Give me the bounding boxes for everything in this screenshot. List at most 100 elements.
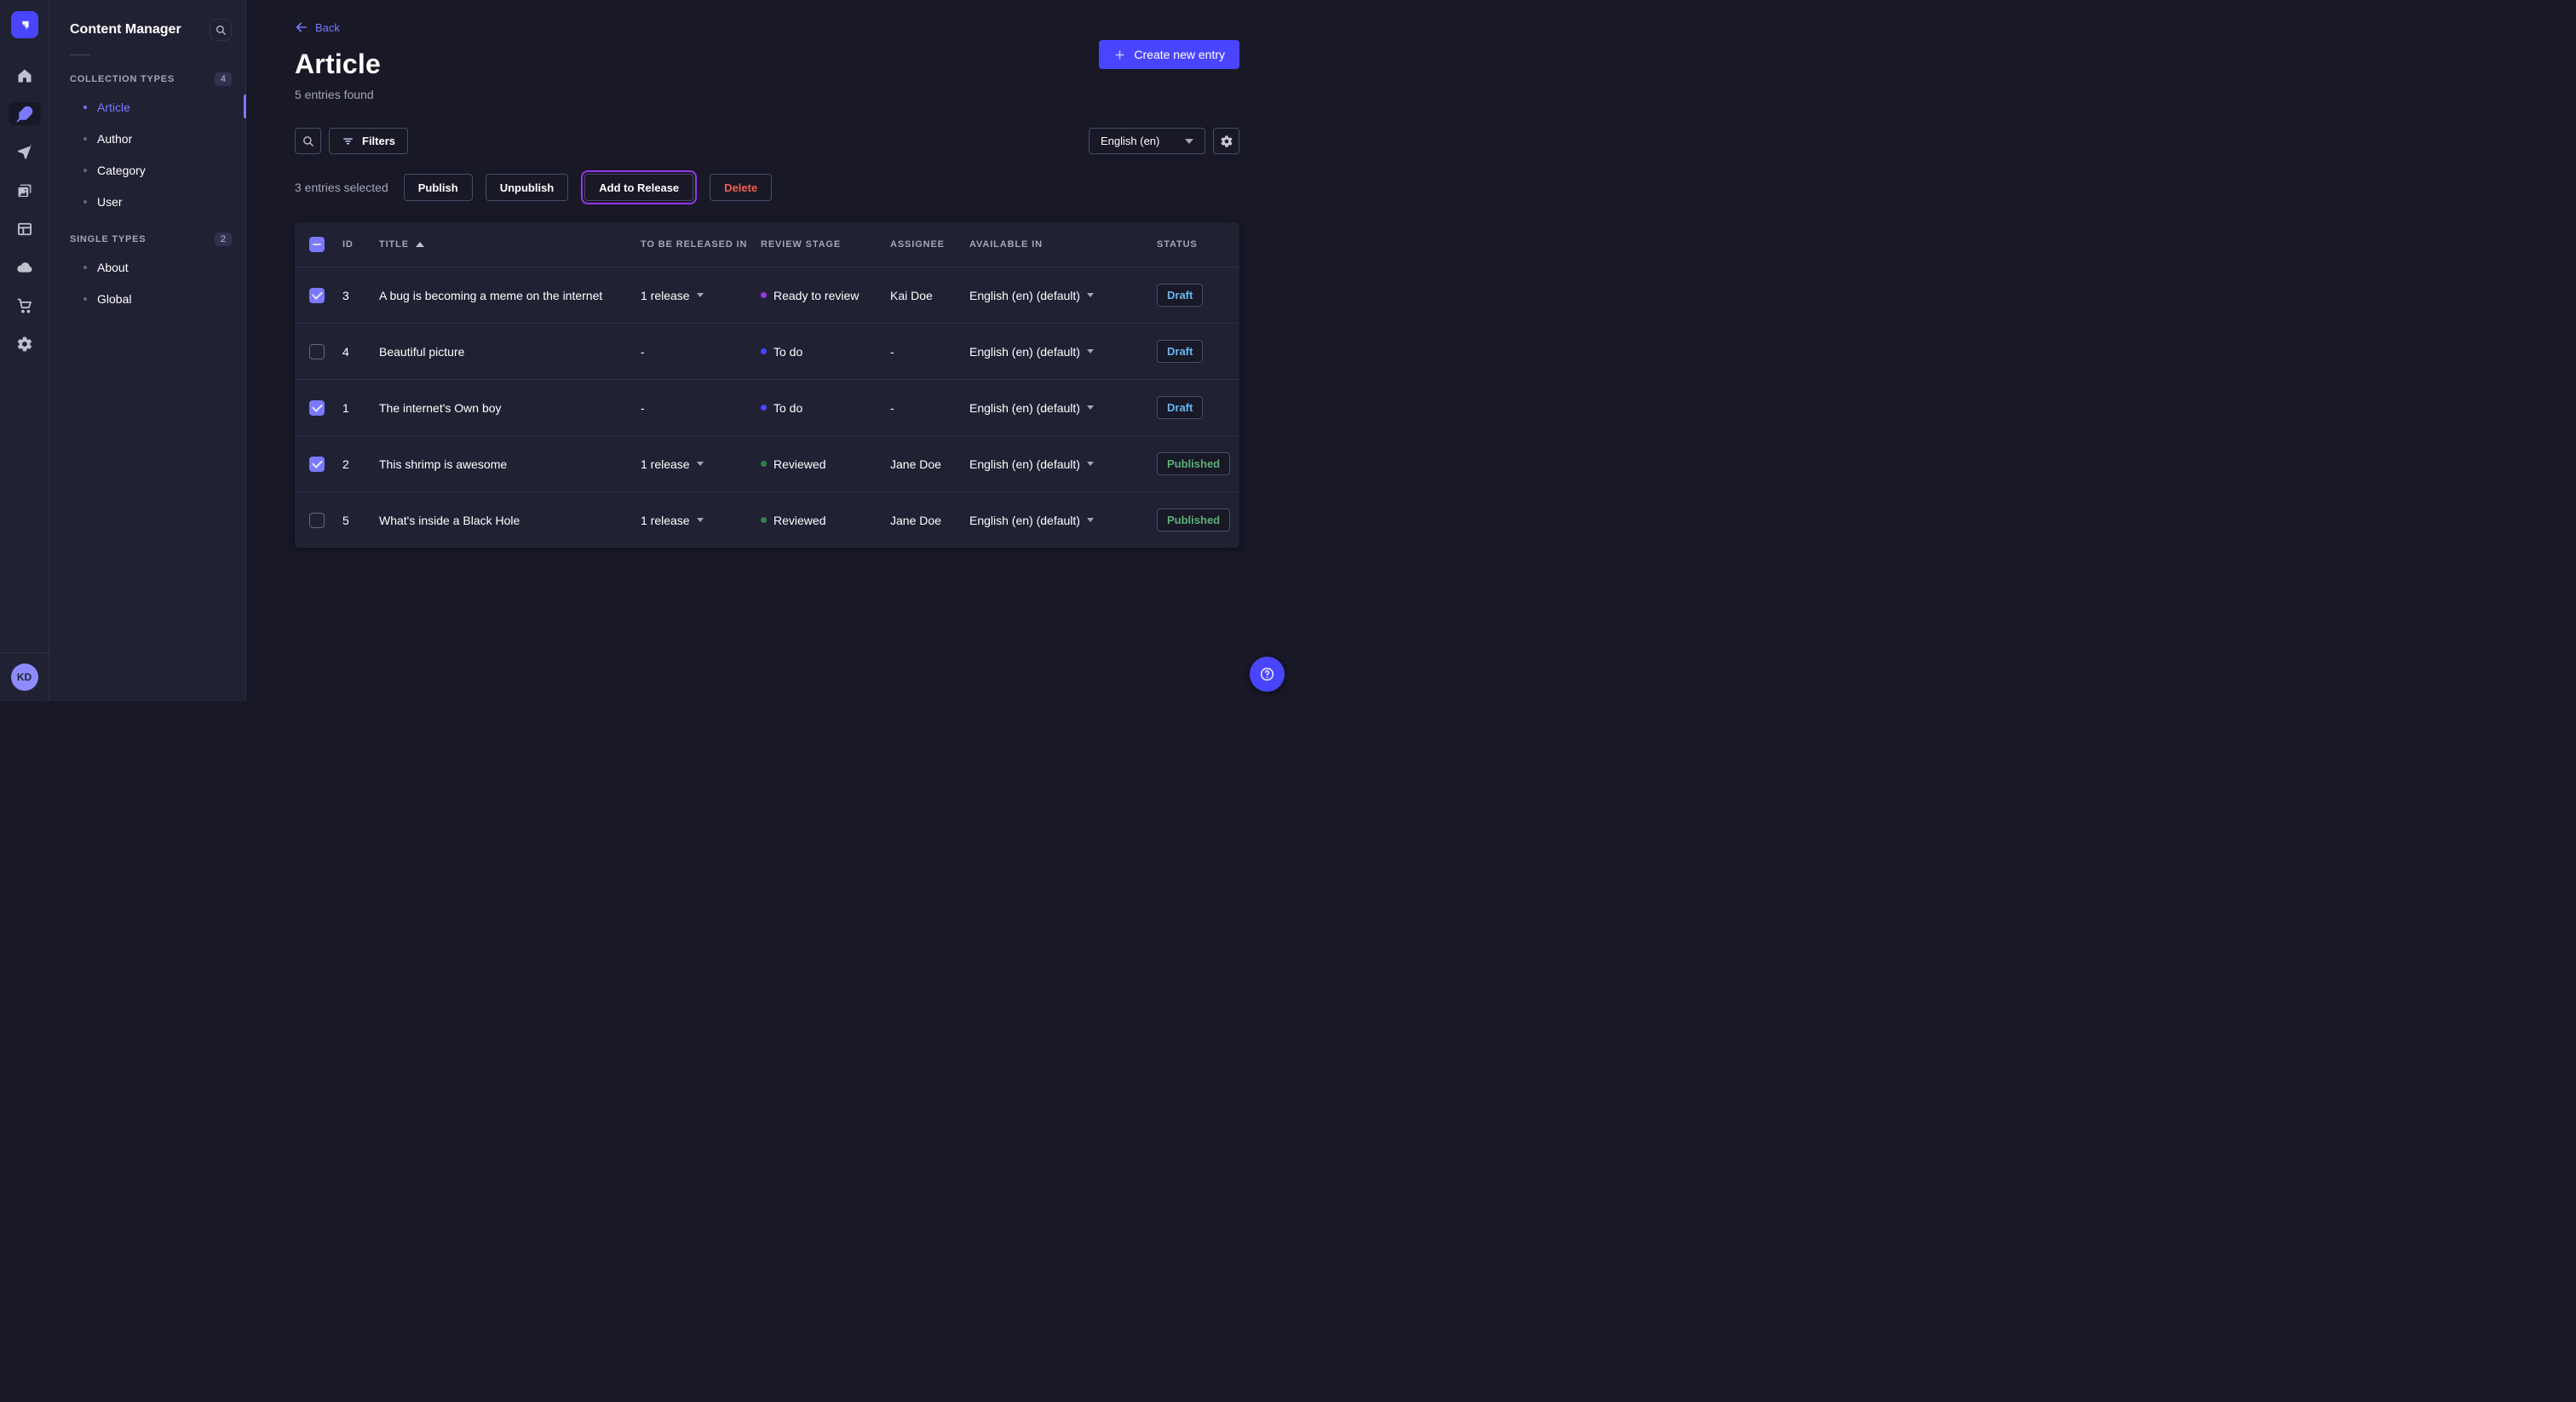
available-locale-dropdown[interactable]: English (en) (default) <box>969 345 1157 359</box>
row-checkbox[interactable] <box>309 400 325 416</box>
table-body: 3 A bug is becoming a meme on the intern… <box>295 267 1239 548</box>
bullet-icon <box>83 266 87 269</box>
gear-icon <box>1220 135 1233 148</box>
home-icon[interactable] <box>9 64 41 87</box>
sidebar-item-about[interactable]: About <box>70 251 232 283</box>
page-title: Article <box>295 49 1239 80</box>
sidebar-item-global[interactable]: Global <box>70 283 232 314</box>
view-settings-gear-button[interactable] <box>1213 128 1239 154</box>
status-badge: Draft <box>1157 340 1203 363</box>
column-header-status: STATUS <box>1157 239 1239 250</box>
cell-title: What's inside a Black Hole <box>379 514 641 527</box>
back-button[interactable]: Back <box>295 20 340 34</box>
row-checkbox[interactable] <box>309 288 325 303</box>
user-avatar[interactable]: KD <box>11 664 38 691</box>
sidebar-item-label: User <box>97 195 123 209</box>
active-indicator <box>244 95 246 118</box>
cloud-deploy-icon[interactable] <box>9 256 41 279</box>
filter-icon <box>342 135 354 147</box>
cell-id: 5 <box>342 514 379 527</box>
cell-review-stage: To do <box>761 345 890 359</box>
sidebar-item-user[interactable]: User <box>70 186 232 217</box>
column-header-id: ID <box>342 239 379 250</box>
status-badge: Draft <box>1157 284 1203 307</box>
table-row[interactable]: 5 What's inside a Black Hole 1 release R… <box>295 491 1239 548</box>
select-all-checkbox[interactable] <box>309 237 325 252</box>
add-to-release-focus-outline: Add to Release <box>581 170 697 204</box>
sidebar-item-category[interactable]: Category <box>70 154 232 186</box>
sidebar-item-author[interactable]: Author <box>70 123 232 154</box>
settings-gear-icon[interactable] <box>9 332 41 355</box>
collection-types-section: COLLECTION TYPES 4 Article Author Catego… <box>49 60 245 221</box>
sidebar-item-label: Article <box>97 101 130 114</box>
content-manager-sidebar: Content Manager COLLECTION TYPES 4 Artic… <box>49 0 246 701</box>
search-icon <box>302 135 314 147</box>
cell-assignee: Kai Doe <box>890 289 969 302</box>
available-locale-dropdown[interactable]: English (en) (default) <box>969 401 1157 415</box>
add-to-release-button[interactable]: Add to Release <box>584 174 693 201</box>
search-button[interactable] <box>295 128 321 154</box>
row-checkbox[interactable] <box>309 513 325 528</box>
release-dropdown[interactable]: 1 release <box>641 514 761 527</box>
section-count-badge: 2 <box>215 233 232 246</box>
chevron-down-icon <box>1087 293 1094 297</box>
review-stage-dot <box>761 292 767 298</box>
chevron-down-icon <box>1087 462 1094 466</box>
main-nav-rail: KD <box>0 0 49 701</box>
sort-ascending-icon <box>416 242 424 247</box>
plus-icon <box>1113 49 1126 61</box>
column-header-release: TO BE RELEASED IN <box>641 239 761 250</box>
sidebar-title: Content Manager <box>70 22 181 37</box>
releases-paper-plane-icon[interactable] <box>9 141 41 164</box>
section-count-badge: 4 <box>215 72 232 86</box>
sidebar-item-article[interactable]: Article <box>70 91 232 123</box>
table-row[interactable]: 2 This shrimp is awesome 1 release Revie… <box>295 435 1239 491</box>
table-row[interactable]: 1 The internet's Own boy - To do - Engli… <box>295 379 1239 435</box>
sidebar-search-button[interactable] <box>210 19 232 41</box>
available-locale-dropdown[interactable]: English (en) (default) <box>969 514 1157 527</box>
publish-button[interactable]: Publish <box>404 174 473 201</box>
cell-assignee: Jane Doe <box>890 514 969 527</box>
table-row[interactable]: 4 Beautiful picture - To do - English (e… <box>295 323 1239 379</box>
release-dropdown[interactable]: - <box>641 345 761 359</box>
main-content: Back Article 5 entries found Create new … <box>247 0 1288 701</box>
content-type-builder-icon[interactable] <box>9 217 41 240</box>
single-types-section: SINGLE TYPES 2 About Global <box>49 221 245 318</box>
bullet-icon <box>83 169 87 172</box>
release-dropdown[interactable]: 1 release <box>641 457 761 471</box>
available-locale-dropdown[interactable]: English (en) (default) <box>969 289 1157 302</box>
create-new-entry-button[interactable]: Create new entry <box>1099 40 1239 69</box>
cell-assignee: - <box>890 345 969 359</box>
column-header-title[interactable]: TITLE <box>379 239 641 250</box>
cell-title: Beautiful picture <box>379 345 641 359</box>
content-manager-feather-icon[interactable] <box>9 102 41 125</box>
chevron-down-icon <box>697 293 704 297</box>
cell-title: This shrimp is awesome <box>379 457 641 471</box>
arrow-left-icon <box>295 20 308 34</box>
selection-count-text: 3 entries selected <box>295 181 388 194</box>
search-icon <box>215 24 227 36</box>
sidebar-item-label: About <box>97 261 129 274</box>
unpublish-button[interactable]: Unpublish <box>486 174 569 201</box>
help-button[interactable] <box>1250 657 1285 692</box>
cell-title: A bug is becoming a meme on the internet <box>379 289 641 302</box>
filters-button[interactable]: Filters <box>329 128 408 154</box>
delete-button[interactable]: Delete <box>710 174 772 201</box>
row-checkbox[interactable] <box>309 457 325 472</box>
cell-assignee: Jane Doe <box>890 457 969 471</box>
chevron-down-icon <box>697 462 704 466</box>
release-dropdown[interactable]: 1 release <box>641 289 761 302</box>
marketplace-cart-icon[interactable] <box>9 294 41 317</box>
table-row[interactable]: 3 A bug is becoming a meme on the intern… <box>295 267 1239 323</box>
cell-review-stage: Ready to review <box>761 289 890 302</box>
entries-table: ID TITLE TO BE RELEASED IN REVIEW STAGE … <box>295 222 1239 548</box>
chevron-down-icon <box>1087 518 1094 522</box>
locale-select[interactable]: English (en) <box>1089 128 1205 154</box>
section-label: COLLECTION TYPES <box>70 74 175 84</box>
section-label: SINGLE TYPES <box>70 234 146 244</box>
media-library-icon[interactable] <box>9 179 41 202</box>
row-checkbox[interactable] <box>309 344 325 359</box>
release-dropdown[interactable]: - <box>641 401 761 415</box>
available-locale-dropdown[interactable]: English (en) (default) <box>969 457 1157 471</box>
review-stage-dot <box>761 461 767 467</box>
